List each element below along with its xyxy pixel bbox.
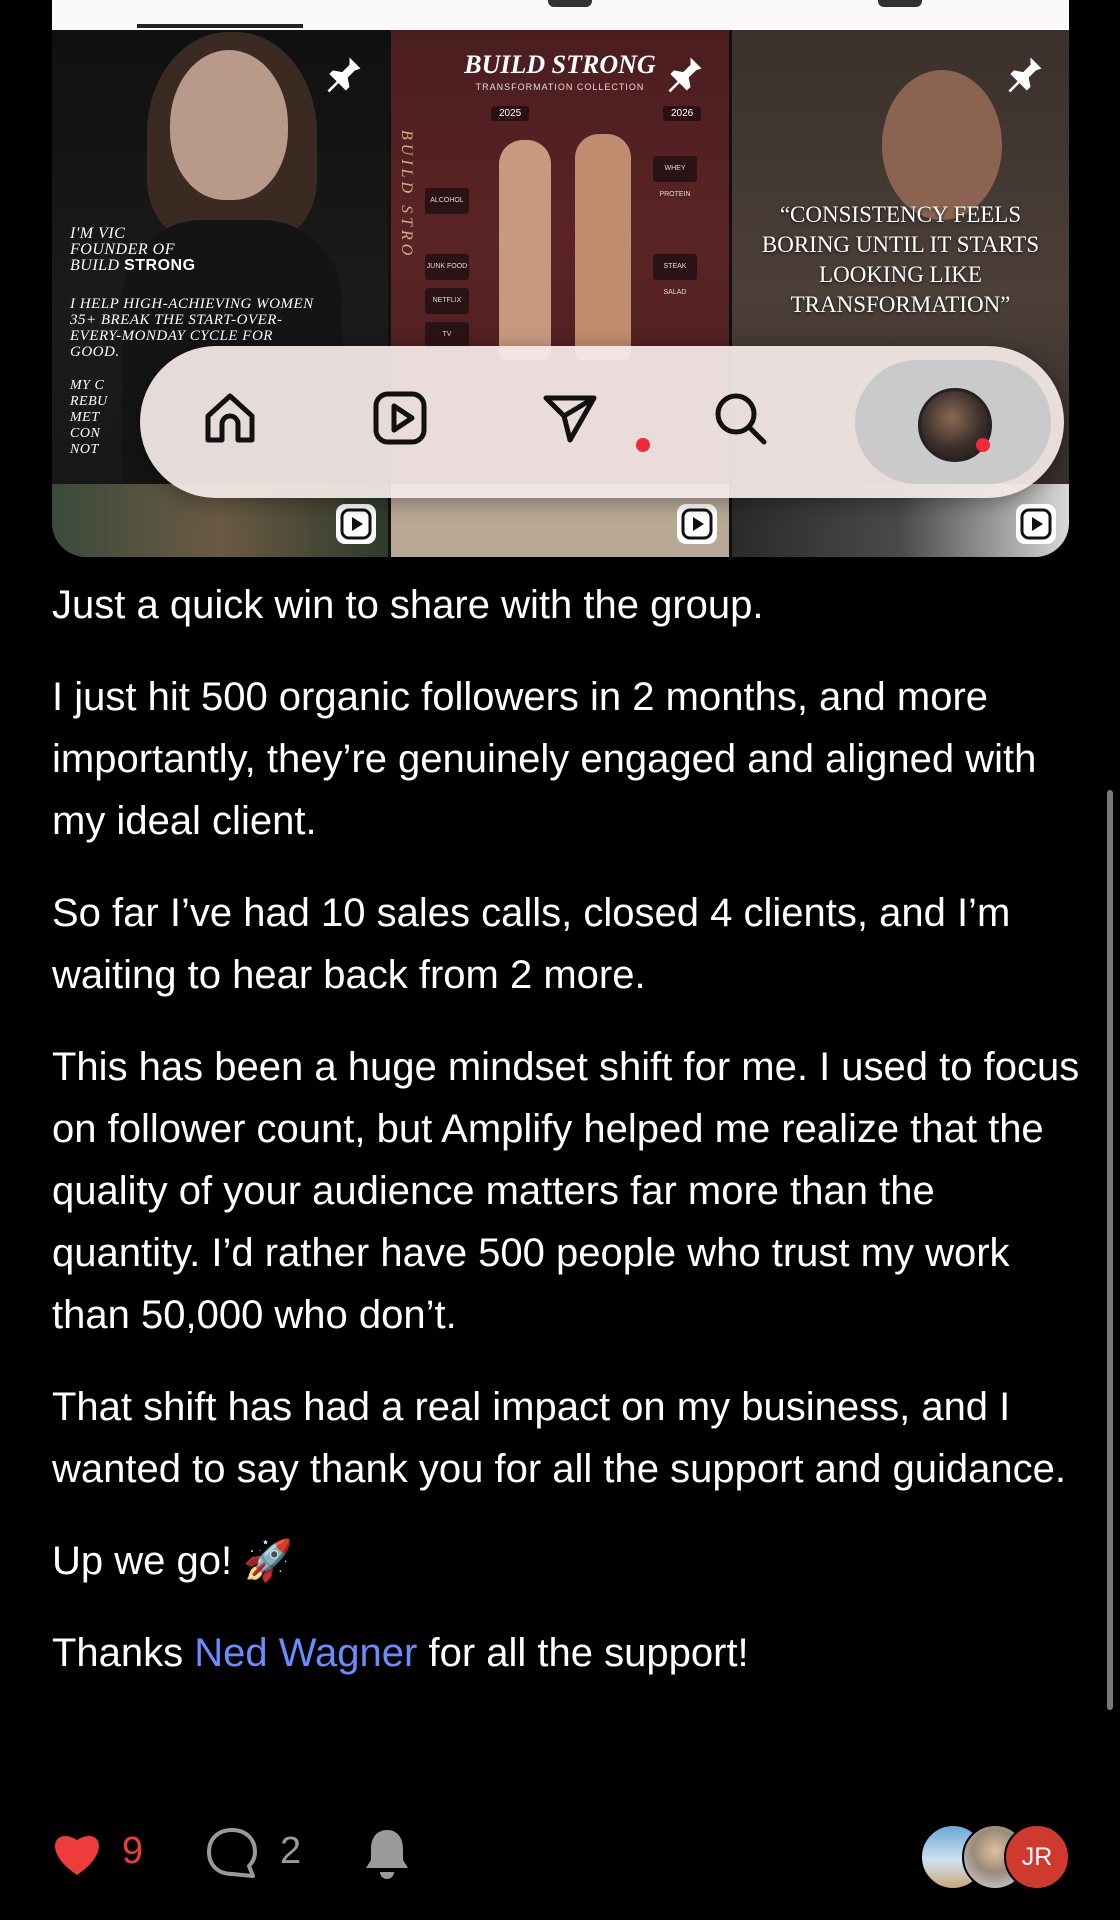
- brand-strong: STRONG: [124, 257, 196, 274]
- quote-line: TRANSFORMATION”: [790, 292, 1011, 317]
- help-line: 35+ BREAK THE START-OVER-: [70, 312, 283, 328]
- like-count: 9: [122, 1830, 144, 1872]
- heart-icon[interactable]: [50, 1828, 104, 1878]
- user-mention-link[interactable]: Ned Wagner: [194, 1631, 417, 1675]
- quote-line: LOOKING LIKE: [819, 262, 982, 287]
- send-icon[interactable]: [538, 386, 602, 450]
- post-paragraph: Up we go! 🚀: [52, 1539, 294, 1583]
- thanks-prefix: Thanks: [52, 1631, 195, 1675]
- shelf-label: NETFLIX: [425, 288, 469, 314]
- portrait-face: [170, 50, 288, 200]
- participant-avatar-initials[interactable]: JR: [1004, 1824, 1070, 1890]
- shelf-label: WHEY PROTEIN: [653, 156, 697, 198]
- cut-line: MET: [70, 410, 100, 425]
- brand-prefix: BUILD: [70, 257, 120, 274]
- active-tab-indicator: [137, 24, 303, 28]
- consistency-quote: “CONSISTENCY FEELS BORING UNTIL IT START…: [732, 200, 1069, 320]
- shelf-label: STEAK SALAD: [653, 254, 697, 296]
- year-right: 2026: [663, 106, 702, 121]
- comment-icon[interactable]: [205, 1826, 259, 1880]
- bell-icon[interactable]: [362, 1826, 412, 1882]
- home-icon[interactable]: [198, 386, 262, 450]
- founder-intro: I'M VIC FOUNDER OF BUILD STRONG: [70, 226, 196, 274]
- pin-icon: [322, 52, 366, 96]
- quote-line: BORING UNTIL IT STARTS: [761, 232, 1040, 257]
- notification-dot: [976, 438, 990, 452]
- post-paragraph: I just hit 500 organic followers in 2 mo…: [52, 675, 1037, 843]
- help-line: EVERY-MONDAY CYCLE FOR: [70, 328, 273, 344]
- post-actions-bar: 9 2 JR: [0, 1820, 1120, 1890]
- athlete-figure: [882, 70, 1002, 220]
- tagged-tab-stub: [878, 0, 922, 7]
- reel-play-icon: [336, 504, 376, 544]
- pin-icon: [663, 52, 707, 96]
- embedded-screenshot[interactable]: I'M VIC FOUNDER OF BUILD STRONG I HELP H…: [52, 0, 1069, 557]
- side-brand-text: BUILD STRO: [398, 130, 415, 260]
- scrollbar[interactable]: [1107, 790, 1113, 1710]
- thanks-suffix: for all the support!: [417, 1631, 749, 1675]
- reel-play-icon: [677, 504, 717, 544]
- post-body: Just a quick win to share with the group…: [52, 574, 1082, 1714]
- founder-cut-text: MY C REBU MET CON NOT: [70, 378, 108, 458]
- post-paragraph: So far I’ve had 10 sales calls, closed 4…: [52, 891, 1011, 997]
- cut-line: CON: [70, 426, 101, 441]
- cut-line: MY C: [70, 378, 105, 393]
- help-line: I HELP HIGH-ACHIEVING WOMEN: [70, 296, 314, 312]
- shelf-label: ALCOHOL: [425, 188, 469, 214]
- post-paragraph: That shift has had a real impact on my b…: [52, 1385, 1067, 1491]
- search-icon[interactable]: [708, 386, 772, 450]
- shelf-label: TV: [425, 322, 469, 348]
- cut-line: REBU: [70, 394, 108, 409]
- post-paragraph: This has been a huge mindset shift for m…: [52, 1045, 1080, 1337]
- reels-tab-stub: [548, 0, 592, 7]
- cut-line: NOT: [70, 442, 99, 457]
- intro-line: FOUNDER OF: [70, 241, 175, 258]
- notification-dot: [636, 438, 650, 452]
- figure-after: [575, 134, 631, 360]
- figure-before: [499, 140, 551, 360]
- reel-play-icon: [1016, 504, 1056, 544]
- shelf-label: JUNK FOOD: [425, 254, 469, 280]
- year-left: 2025: [491, 106, 530, 121]
- reels-icon[interactable]: [368, 386, 432, 450]
- quote-line: “CONSISTENCY FEELS: [779, 202, 1022, 227]
- comment-count: 2: [280, 1830, 302, 1872]
- instagram-bottom-nav: [140, 346, 1064, 498]
- pin-icon: [1003, 52, 1047, 96]
- thanks-paragraph: Thanks Ned Wagner for all the support!: [52, 1622, 1082, 1684]
- profile-tab-bar: [52, 0, 1069, 30]
- post-paragraph: Just a quick win to share with the group…: [52, 583, 764, 627]
- intro-line: I'M VIC: [70, 225, 126, 242]
